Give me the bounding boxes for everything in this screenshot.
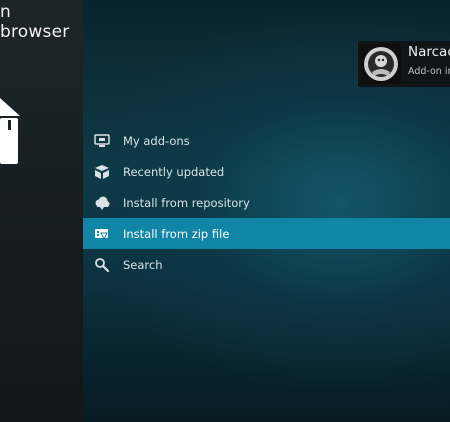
menu-item-install-from-repository[interactable]: Install from repository — [83, 187, 450, 218]
notification-title: Narcac — [408, 44, 450, 60]
notification-subtitle: Add-on in — [408, 66, 450, 77]
cloud-download-icon — [94, 195, 110, 211]
menu-item-label: Install from repository — [123, 195, 250, 210]
menu-item-recently-updated[interactable]: Recently updated — [83, 156, 450, 187]
menu-item-label: Search — [123, 257, 163, 272]
zip-install-icon — [94, 226, 110, 242]
menu-item-label: Install from zip file — [123, 226, 230, 241]
menu-item-search[interactable]: Search — [83, 249, 450, 280]
left-panel: n browser — [0, 0, 83, 422]
notification-toast: Narcac Add-on in — [357, 41, 450, 87]
package-icon — [0, 98, 20, 164]
menu-item-my-addons[interactable]: My add-ons — [83, 125, 450, 156]
menu-item-label: My add-ons — [123, 133, 190, 148]
menu-item-install-from-zip-file[interactable]: Install from zip file — [83, 218, 450, 249]
search-icon — [94, 257, 110, 273]
page-title: n browser — [0, 2, 70, 42]
addon-menu: My add-ons Recently updated Install from… — [83, 125, 450, 280]
open-box-icon — [94, 164, 110, 180]
monitor-icon — [94, 133, 110, 149]
menu-item-label: Recently updated — [123, 164, 225, 179]
addon-thumbnail-icon — [361, 44, 401, 84]
